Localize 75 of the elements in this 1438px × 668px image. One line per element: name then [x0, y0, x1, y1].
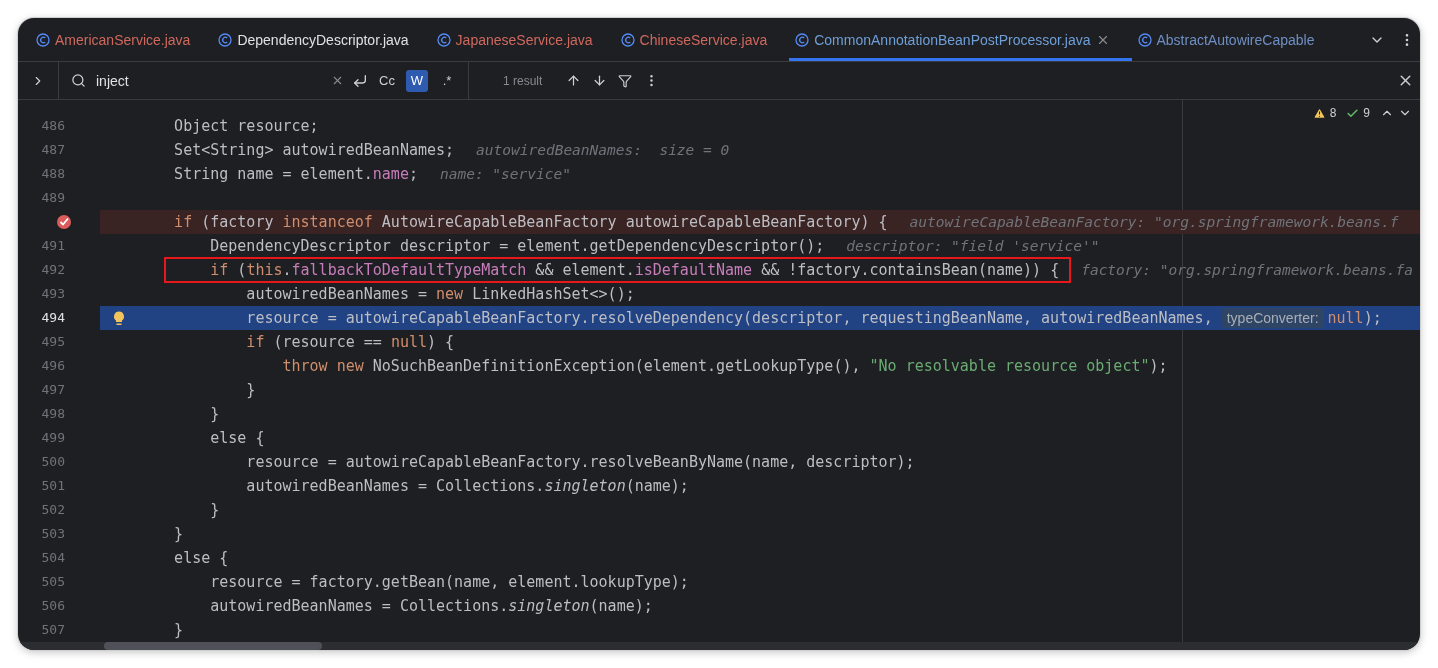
search-field[interactable]: inject Cc W .*	[59, 62, 469, 99]
line-number: 493	[40, 285, 66, 303]
code-line: Object resource;	[173, 117, 319, 135]
class-icon	[218, 32, 233, 47]
line-number: 500	[40, 453, 66, 471]
code-line: resource = autowireCapableBeanFactory.resolveDependency(descriptor, requestingBeanName, autowiredBeanNames, typeConverter: null);	[245, 309, 1382, 327]
code-line: String name = element.name;	[173, 165, 418, 183]
code-line: throw new NoSuchBeanDefinitionException(element.getLookupType(), "No resolvable resource object");	[281, 357, 1168, 375]
editor-tab[interactable]: CommonAnnotationBeanPostProcessor.java	[789, 18, 1132, 61]
check-icon[interactable]	[1346, 106, 1360, 120]
code-line: resource = autowireCapableBeanFactory.resolveBeanByName(name, descriptor);	[245, 453, 915, 471]
code-line: Set<String> autowiredBeanNames;	[173, 141, 455, 159]
line-number: 507	[40, 621, 66, 639]
line-number: 486	[40, 117, 66, 135]
code-line: else {	[209, 429, 265, 447]
code-line: autowiredBeanNames = Collections.singleton(name);	[245, 477, 689, 495]
line-number: 488	[40, 165, 66, 183]
editor-tab[interactable]: ChineseService.java	[614, 18, 790, 61]
line-number: 492	[40, 261, 66, 279]
code-line: }	[173, 525, 184, 543]
debug-value-hint: name: "service"	[439, 166, 571, 182]
line-number: 506	[40, 597, 66, 615]
scrollbar-thumb[interactable]	[104, 642, 322, 650]
line-number: 501	[40, 477, 66, 495]
line-number: 503	[40, 525, 66, 543]
line-number: 495	[40, 333, 66, 351]
result-count: 1 result	[503, 73, 543, 88]
code-line: autowiredBeanNames = Collections.singleton(name);	[209, 597, 653, 615]
newline-icon[interactable]	[352, 72, 368, 89]
debug-value-hint: autowireCapableBeanFactory: "org.springframework.beans.f	[909, 214, 1399, 230]
typo-count: 9	[1363, 106, 1370, 120]
line-number: 497	[40, 381, 66, 399]
search-option-toggle[interactable]: .*	[436, 69, 458, 92]
breakpoint-icon[interactable]	[56, 214, 72, 230]
clear-icon[interactable]	[331, 74, 344, 87]
class-icon	[436, 32, 451, 47]
code-line: }	[209, 405, 220, 423]
line-number: 504	[40, 549, 66, 567]
search-icon[interactable]	[71, 73, 86, 88]
line-number: 499	[40, 429, 66, 447]
search-option-toggle[interactable]: W	[406, 69, 428, 92]
class-icon	[620, 32, 635, 47]
code-line: resource = factory.getBean(name, element.lookupType);	[209, 573, 689, 591]
class-icon	[36, 32, 50, 47]
class-icon	[1137, 32, 1152, 47]
search-option-toggle[interactable]: Cc	[376, 69, 398, 92]
code-line: else {	[173, 549, 229, 567]
code-line: if (resource == null) {	[245, 333, 455, 351]
class-icon	[795, 32, 810, 47]
line-number: 489	[40, 189, 66, 207]
debug-value-hint: autowiredBeanNames: size = 0	[476, 142, 730, 158]
line-number: 494	[40, 309, 66, 327]
line-number: 498	[40, 405, 66, 423]
search-input[interactable]: inject	[94, 71, 323, 90]
line-number: 491	[40, 237, 66, 255]
editor-tab[interactable]: AbstractAutowireCapable	[1131, 18, 1337, 61]
warning-icon[interactable]	[1312, 106, 1326, 120]
code-line: }	[209, 501, 220, 519]
code-line: if (this.fallbackToDefaultTypeMatch && element.isDefaultName && !factory.containsBean(name)) {	[138, 261, 1060, 279]
editor-tab[interactable]: DependencyDescriptor.java	[212, 18, 431, 61]
line-number: 505	[40, 573, 66, 591]
line-number: 502	[40, 501, 66, 519]
debug-value-hint: descriptor: "field 'service'"	[846, 238, 1100, 254]
code-line: DependencyDescriptor descriptor = element.getDependencyDescriptor();	[209, 237, 825, 255]
line-number: 496	[40, 357, 66, 375]
line-number: 487	[40, 141, 66, 159]
code-line: if (factory instanceof AutowireCapableBeanFactory autowireCapableBeanFactory) {	[173, 213, 888, 231]
code-line: }	[173, 621, 184, 639]
code-line: autowiredBeanNames = new LinkedHashSet<>();	[245, 285, 635, 303]
debug-value-hint: factory: "org.springframework.beans.fa	[1081, 262, 1413, 278]
editor-tab[interactable]: AmericanService.java	[30, 18, 213, 61]
editor-tab[interactable]: JapaneseService.java	[430, 18, 615, 61]
lightbulb-icon[interactable]	[113, 310, 125, 326]
code-line: }	[245, 381, 256, 399]
warning-count: 8	[1329, 106, 1337, 120]
